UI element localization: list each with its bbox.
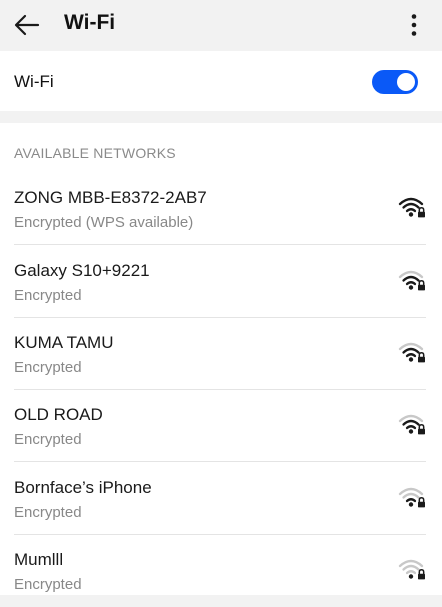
wifi-switch[interactable] <box>372 70 418 94</box>
network-status: Encrypted (WPS available) <box>14 214 194 231</box>
network-status: Encrypted <box>14 359 82 376</box>
network-name: Mumlll <box>14 550 64 569</box>
network-name: OLD ROAD <box>14 405 103 424</box>
available-networks-list: AVAILABLE NETWORKS ZONG MBB-E8372-2AB7 En… <box>0 123 442 595</box>
more-options-button[interactable] <box>396 4 432 46</box>
network-name: ZONG MBB-E8372-2AB7 <box>14 188 207 207</box>
section-header: AVAILABLE NETWORKS <box>14 145 176 161</box>
more-vertical-icon <box>411 14 417 36</box>
network-name: Bornface’s iPhone <box>14 478 152 497</box>
network-name: Galaxy S10+9221 <box>14 261 150 280</box>
network-item[interactable]: OLD ROAD Encrypted <box>0 390 442 462</box>
wifi-locked-icon <box>398 414 425 435</box>
arrow-left-icon <box>14 14 40 36</box>
switch-knob <box>397 73 415 91</box>
network-status: Encrypted <box>14 576 82 593</box>
network-item[interactable]: KUMA TAMU Encrypted <box>0 318 442 390</box>
network-status: Encrypted <box>14 504 82 521</box>
page-title: Wi-Fi <box>64 11 116 34</box>
network-name: KUMA TAMU <box>14 333 114 352</box>
network-item[interactable]: Bornface’s iPhone Encrypted <box>0 463 442 535</box>
wifi-locked-icon <box>398 342 425 363</box>
wifi-locked-icon <box>398 197 425 218</box>
back-button[interactable] <box>6 4 48 46</box>
network-status: Encrypted <box>14 287 82 304</box>
network-status: Encrypted <box>14 431 82 448</box>
divider <box>14 244 426 245</box>
wifi-toggle-label: Wi-Fi <box>14 72 54 91</box>
network-item[interactable]: Mumlll Encrypted <box>0 535 442 607</box>
network-item[interactable]: ZONG MBB-E8372-2AB7 Encrypted (WPS availa… <box>0 173 442 245</box>
app-bar: Wi-Fi <box>0 0 442 50</box>
wifi-locked-icon <box>398 559 425 580</box>
network-item[interactable]: Galaxy S10+9221 Encrypted <box>0 246 442 318</box>
divider <box>14 461 426 462</box>
wifi-locked-icon <box>398 487 425 508</box>
wifi-locked-icon <box>398 270 425 291</box>
